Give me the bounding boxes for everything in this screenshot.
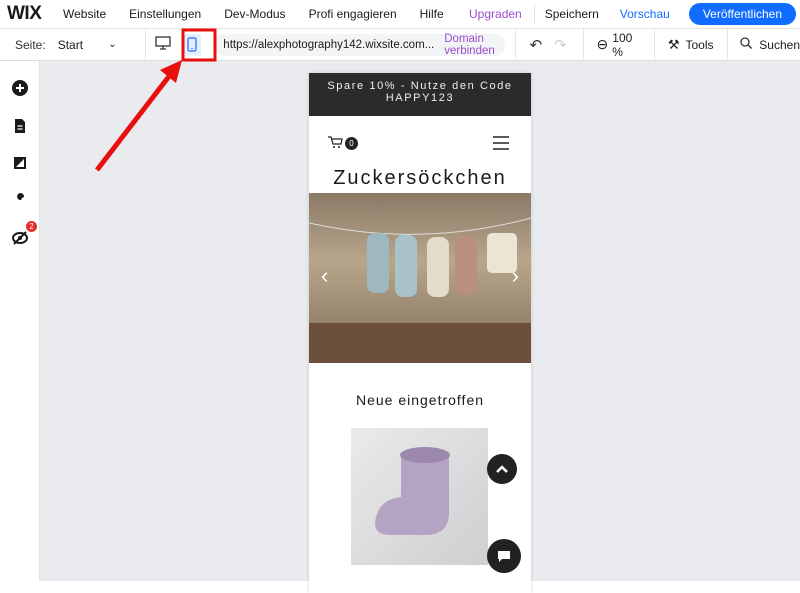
menu-website[interactable]: Website xyxy=(63,7,106,21)
design-icon[interactable] xyxy=(11,154,29,172)
cart-count: 0 xyxy=(345,137,358,150)
chat-button[interactable] xyxy=(487,539,521,573)
menu-einstellungen[interactable]: Einstellungen xyxy=(129,7,201,21)
menu-dev-modus[interactable]: Dev-Modus xyxy=(224,7,285,21)
wrench-icon[interactable] xyxy=(11,192,29,210)
redo-icon[interactable]: ↷ xyxy=(554,36,567,54)
top-bar: WIX Website Einstellungen Dev-Modus Prof… xyxy=(0,0,800,29)
slider-next-icon[interactable]: › xyxy=(512,263,519,289)
zoom-level[interactable]: 100 % xyxy=(612,31,640,59)
divider xyxy=(533,5,535,23)
mobile-site-preview: Spare 10% - Nutze den Code HAPPY123 0 Zu… xyxy=(309,73,531,593)
mobile-view-button[interactable] xyxy=(183,33,202,56)
menu-hilfe[interactable]: Hilfe xyxy=(420,7,444,21)
scroll-to-top-button[interactable] xyxy=(487,454,517,484)
editor-canvas: Spare 10% - Nutze den Code HAPPY123 0 Zu… xyxy=(40,61,800,593)
hamburger-menu-icon[interactable] xyxy=(492,135,510,154)
site-url: https://alexphotography142.wixsite.com..… xyxy=(223,38,435,51)
wix-logo[interactable]: WIX xyxy=(7,3,63,25)
desktop-view-icon[interactable] xyxy=(155,36,172,53)
socks-image xyxy=(309,217,531,363)
cart-icon[interactable] xyxy=(327,135,343,152)
save-button[interactable]: Speichern xyxy=(545,7,599,21)
publish-button[interactable]: Veröffentlichen xyxy=(688,3,796,25)
tools-button[interactable]: Tools xyxy=(685,38,713,52)
upgrade-link[interactable]: Upgraden xyxy=(469,7,522,21)
product-image[interactable] xyxy=(351,428,488,565)
preview-button[interactable]: Vorschau xyxy=(620,7,670,21)
page-label: Seite: xyxy=(15,37,46,52)
promo-banner: Spare 10% - Nutze den Code HAPPY123 xyxy=(309,73,531,116)
site-title: Zuckersöckchen xyxy=(333,167,507,189)
connect-domain-link[interactable]: Domain verbinden xyxy=(444,33,495,57)
tools-icon[interactable]: ⚒ xyxy=(668,37,680,53)
editor-toolbar: Seite: Start ⌄ https://alexphotography14… xyxy=(0,28,800,61)
section-title: Neue eingetroffen xyxy=(355,392,485,408)
pages-icon[interactable] xyxy=(11,117,29,135)
hero-slider: ‹ › xyxy=(309,193,531,363)
hidden-elements-icon[interactable] xyxy=(11,229,29,247)
search-icon[interactable] xyxy=(740,37,753,52)
slider-prev-icon[interactable]: ‹ xyxy=(321,263,328,289)
menu-profi[interactable]: Profi engagieren xyxy=(309,7,397,21)
undo-icon[interactable]: ↶ xyxy=(530,36,543,54)
search-button[interactable]: Suchen xyxy=(759,38,800,52)
notification-badge: 2 xyxy=(26,221,37,232)
add-icon[interactable] xyxy=(11,79,29,97)
zoom-out-icon[interactable]: ⊖ xyxy=(597,36,609,53)
page-select[interactable]: Start xyxy=(58,38,108,52)
site-url-bar[interactable]: https://alexphotography142.wixsite.com..… xyxy=(213,33,505,57)
chevron-down-icon[interactable]: ⌄ xyxy=(108,39,116,50)
left-sidebar: 2 xyxy=(0,61,40,581)
